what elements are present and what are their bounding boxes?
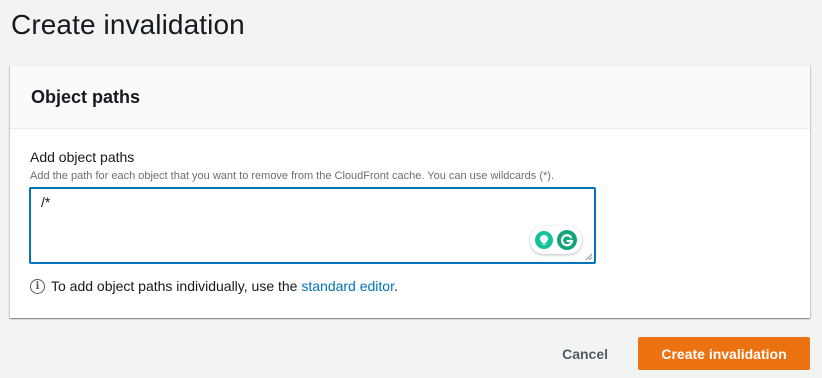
footer-actions: Cancel Create invalidation — [560, 337, 810, 370]
container-title: Object paths — [31, 87, 141, 107]
info-suffix: . — [393, 278, 398, 294]
standard-editor-link[interactable]: standard editor — [301, 278, 394, 294]
object-paths-container: Object paths Add object paths Add the pa… — [10, 65, 810, 318]
info-text: To add object paths individually, use th… — [51, 278, 298, 294]
add-object-paths-description: Add the path for each object that you wa… — [30, 170, 555, 182]
grammarly-logo-icon[interactable] — [557, 230, 577, 250]
object-paths-textarea[interactable]: /* — [31, 189, 594, 262]
info-text-wrap: To add object paths individually, use th… — [51, 278, 398, 294]
container-header: Object paths — [10, 66, 810, 129]
cancel-button[interactable]: Cancel — [560, 338, 610, 370]
page-title: Create invalidation — [11, 9, 245, 40]
resize-handle-icon[interactable] — [585, 253, 593, 261]
lightbulb-icon[interactable] — [535, 231, 553, 249]
create-invalidation-button[interactable]: Create invalidation — [638, 337, 810, 370]
grammarly-widget[interactable] — [530, 226, 582, 254]
object-paths-textarea-wrapper: /* — [29, 187, 596, 264]
info-circle-icon: i — [30, 278, 45, 294]
info-line: i To add object paths individually, use … — [30, 278, 398, 294]
add-object-paths-label: Add object paths — [30, 149, 135, 165]
